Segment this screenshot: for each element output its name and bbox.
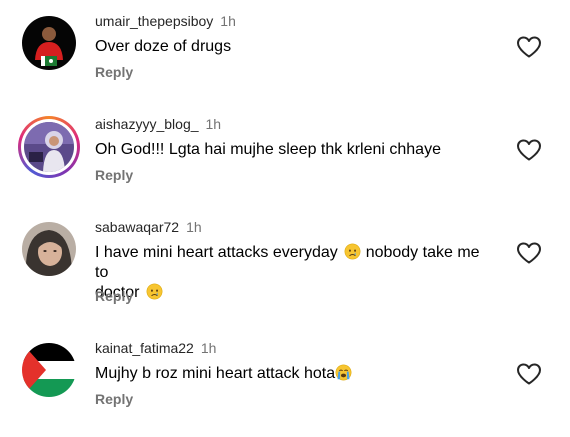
comment-meta: umair_thepepsiboy 1h — [95, 13, 236, 29]
reply-button[interactable]: Reply — [95, 167, 133, 183]
heart-outline-icon[interactable] — [516, 138, 542, 162]
heart-outline-icon[interactable] — [516, 35, 542, 59]
palestine-flag-avatar-icon — [22, 343, 76, 397]
person-with-flag-avatar-icon — [22, 16, 76, 70]
comment-text: Oh God!!! Lgta hai mujhe sleep thk krlen… — [95, 141, 441, 158]
crying-face-emoji-icon — [146, 283, 163, 300]
username[interactable]: kainat_fatima22 — [95, 340, 194, 356]
avatar[interactable] — [18, 116, 80, 178]
comments-list: umair_thepepsiboy 1h Over doze of drugs R… — [0, 0, 570, 437]
avatar[interactable] — [22, 222, 76, 276]
woman-hijab-avatar-icon — [24, 122, 74, 172]
comment-text-part1: I have mini heart attacks everyday — [95, 244, 338, 261]
avatar[interactable] — [22, 16, 76, 70]
comment-text-content: Mujhy b roz mini heart attack hota — [95, 365, 336, 382]
comment-text: Over doze of drugs — [95, 38, 232, 55]
username[interactable]: umair_thepepsiboy — [95, 13, 213, 29]
heart-outline-icon[interactable] — [516, 241, 542, 265]
loudly-crying-face-emoji-icon — [335, 364, 352, 381]
reply-button[interactable]: Reply — [95, 64, 133, 80]
heart-outline-icon[interactable] — [516, 362, 542, 386]
crying-face-emoji-icon — [344, 243, 361, 260]
woman-hijab-photo-avatar-icon — [22, 222, 76, 276]
comment-text: Mujhy b roz mini heart attack hota — [95, 364, 495, 384]
reply-button[interactable]: Reply — [95, 391, 133, 407]
username[interactable]: sabawaqar72 — [95, 219, 179, 235]
timestamp: 1h — [220, 13, 236, 29]
comment-meta: aishazyyy_blog_ 1h — [95, 116, 221, 132]
timestamp: 1h — [200, 340, 217, 356]
timestamp: 1h — [186, 219, 202, 235]
avatar[interactable] — [22, 343, 76, 397]
comment-text: I have mini heart attacks everyday nobod… — [95, 243, 495, 303]
username[interactable]: aishazyyy_blog_ — [95, 116, 199, 132]
timestamp: 1h — [205, 116, 222, 132]
comment-meta: kainat_fatima22 1h — [95, 340, 216, 356]
reply-button[interactable]: Reply — [95, 288, 133, 304]
comment-meta: sabawaqar72 1h — [95, 219, 202, 235]
